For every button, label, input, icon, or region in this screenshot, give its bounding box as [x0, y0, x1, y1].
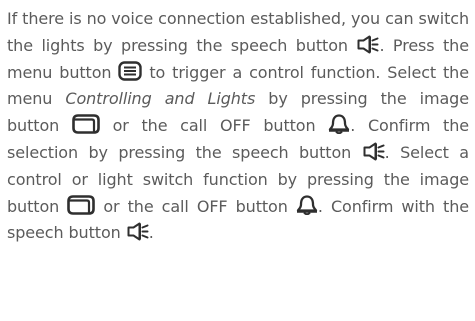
speech-icon [356, 35, 379, 54]
menu-icon [118, 60, 143, 81]
speech-icon [126, 222, 149, 241]
manual-page: If there is no voice connection establis… [0, 0, 475, 321]
text-segment: . [148, 223, 154, 243]
menu-name: Controlling and Lights [65, 89, 256, 109]
text-segment: or the call OFF button [95, 196, 288, 216]
image-icon [72, 114, 100, 134]
image-icon [67, 194, 96, 215]
bell-icon [296, 194, 318, 215]
text-segment: or the call OFF button [99, 116, 316, 136]
bell-icon [328, 114, 350, 135]
instruction-paragraph: If there is no voice connection establis… [7, 6, 469, 247]
speech-icon [362, 142, 385, 161]
